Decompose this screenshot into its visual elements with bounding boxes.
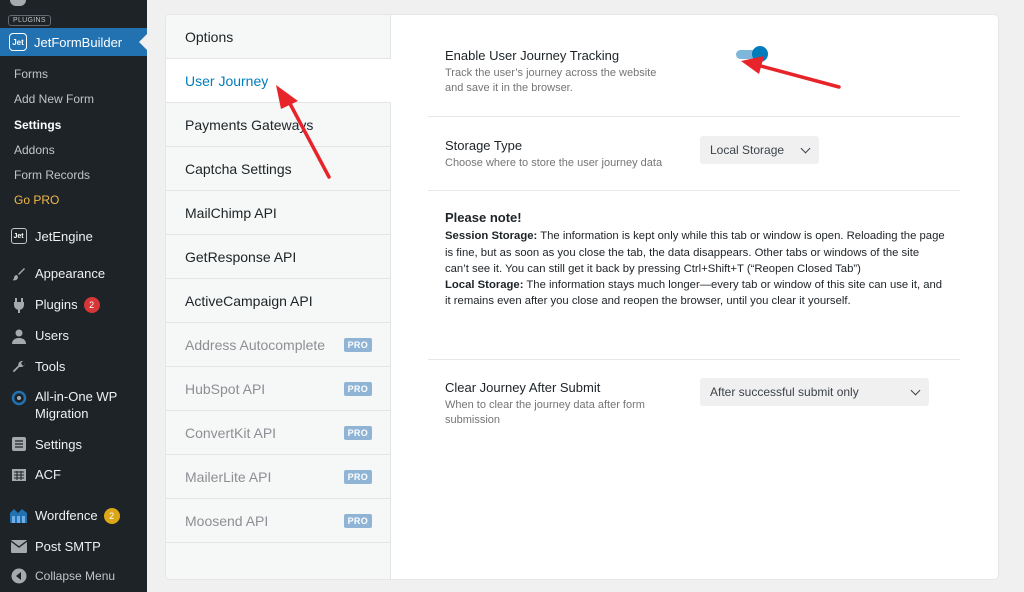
admin-sidebar: PLUGINS Jet JetFormBuilder Forms Add New… [0,0,147,592]
update-count-badge: 2 [83,296,100,313]
note-row [428,191,960,360]
sidebar-item-label: Post SMTP [35,538,101,554]
settings-card: Options User Journey Payments Gateways C… [166,15,998,579]
notification-badge: 2 [103,507,120,524]
tab-label: MailerLite API [185,468,272,485]
tab-mailerlite-api[interactable]: MailerLite API PRO [166,455,390,499]
dashboard-icon[interactable] [10,0,26,6]
submenu-forms[interactable]: Forms [0,62,147,87]
wordfence-icon [10,507,27,524]
sidebar-item-post-smtp[interactable]: Post SMTP [0,531,147,561]
toggle-knob [752,46,768,62]
sidebar-item-label: Appearance [35,266,106,281]
sidebar-item-label: ACF [35,467,61,482]
sidebar-item-plugins[interactable]: Plugins 2 [0,289,147,320]
sidebar-item-label: JetEngine [35,228,93,244]
tab-address-autocomplete[interactable]: Address Autocomplete PRO [166,323,390,367]
sidebar-item-acf[interactable]: ACF [0,459,147,490]
clear-journey-select[interactable]: After successful submit only [700,378,929,406]
tracking-setting-row: Enable User Journey Tracking Track the u… [428,15,960,117]
sidebar-item-migration[interactable]: All-in-One WP Migration [0,382,147,429]
clear-description: When to clear the journey data after for… [445,399,645,426]
jetformbuilder-submenu: Forms Add New Form Settings Addons Form … [0,62,147,214]
settings-icon [10,436,27,453]
collapse-menu-button[interactable]: Collapse Menu [0,561,147,591]
tab-captcha-settings[interactable]: Captcha Settings [166,147,390,191]
envelope-icon [10,538,27,555]
submenu-go-pro[interactable]: Go PRO [0,188,147,213]
tab-label: ConvertKit API [185,424,277,441]
pro-badge: PRO [343,425,372,440]
pro-badge: PRO [343,381,372,396]
tab-label: Captcha Settings [185,160,292,177]
submenu-settings[interactable]: Settings [0,113,147,138]
sidebar-item-wordfence[interactable]: Wordfence 2 [0,500,147,531]
storage-setting-row: Storage Type Choose where to store the u… [428,117,960,191]
chevron-down-icon [800,143,811,154]
tab-mailchimp-api[interactable]: MailChimp API [166,191,390,235]
sidebar-item-label: Plugins [35,297,78,312]
sidebar-item-users[interactable]: Users [0,320,147,351]
acf-icon [10,466,27,483]
sidebar-item-label: JetFormBuilder [34,34,123,50]
storage-description: Choose where to store the user journey d… [445,157,663,169]
collapse-icon [10,568,27,585]
tab-label: ActiveCampaign API [185,292,313,309]
migration-icon [10,389,27,406]
chevron-down-icon [910,385,921,396]
tab-label: User Journey [185,72,269,89]
pro-badge: PRO [343,513,372,528]
select-value: After successful submit only [710,385,859,399]
sidebar-item-settings[interactable]: Settings [0,429,147,459]
tab-moosend-api[interactable]: Moosend API PRO [166,499,390,543]
tab-convertkit-api[interactable]: ConvertKit API PRO [166,411,390,455]
user-journey-panel: Enable User Journey Tracking Track the u… [391,15,998,579]
tab-label: Payments Gateways [185,116,314,133]
users-icon [10,327,27,344]
storage-title: Storage Type [445,138,523,153]
submenu-form-records[interactable]: Form Records [0,163,147,188]
sidebar-item-label: Users [35,328,69,343]
clear-title: Clear Journey After Submit [445,380,601,395]
wrench-icon [10,358,27,375]
select-value: Local Storage [710,143,785,157]
settings-tabs: Options User Journey Payments Gateways C… [166,15,391,579]
submenu-add-new-form[interactable]: Add New Form [0,87,147,112]
tab-options[interactable]: Options [166,15,390,59]
sidebar-item-label: Wordfence [35,508,98,523]
sidebar-item-appearance[interactable]: Appearance [0,258,147,289]
tab-label: Address Autocomplete [185,336,326,353]
sidebar-item-tools[interactable]: Tools [0,351,147,382]
jet-icon: Jet [10,228,27,245]
sidebar-item-label: All-in-One WP Migration [35,389,118,421]
paintbrush-icon [10,265,27,282]
tab-activecampaign-api[interactable]: ActiveCampaign API [166,279,390,323]
tab-label: HubSpot API [185,380,266,397]
clear-setting-row: Clear Journey After Submit When to clear… [428,360,960,440]
tracking-toggle[interactable] [736,46,770,62]
pro-badge: PRO [343,337,372,352]
sidebar-item-jetformbuilder[interactable]: Jet JetFormBuilder [0,28,147,56]
sidebar-item-jetengine[interactable]: Jet JetEngine [0,222,147,250]
tracking-description: Track the user’s journey across the webs… [445,67,657,94]
plugins-tag: PLUGINS [8,15,51,26]
tab-label: Moosend API [185,512,269,529]
tab-payments-gateways[interactable]: Payments Gateways [166,103,390,147]
sidebar-item-label: Settings [35,436,82,452]
pro-badge: PRO [343,469,372,484]
sidebar-item-label: Tools [35,359,66,374]
tab-user-journey[interactable]: User Journey [166,59,391,103]
storage-type-select[interactable]: Local Storage [700,136,819,164]
submenu-addons[interactable]: Addons [0,138,147,163]
tab-label: Options [185,28,234,45]
jet-icon: Jet [9,33,27,51]
tab-label: MailChimp API [185,204,277,221]
collapse-menu-label: Collapse Menu [35,569,116,583]
plugin-icon [10,296,27,313]
tab-hubspot-api[interactable]: HubSpot API PRO [166,367,390,411]
tab-getresponse-api[interactable]: GetResponse API [166,235,390,279]
tracking-title: Enable User Journey Tracking [445,48,620,63]
tab-label: GetResponse API [185,248,297,265]
admin-menu: Jet JetEngine Appearance Plugins 2 Users [0,222,147,591]
